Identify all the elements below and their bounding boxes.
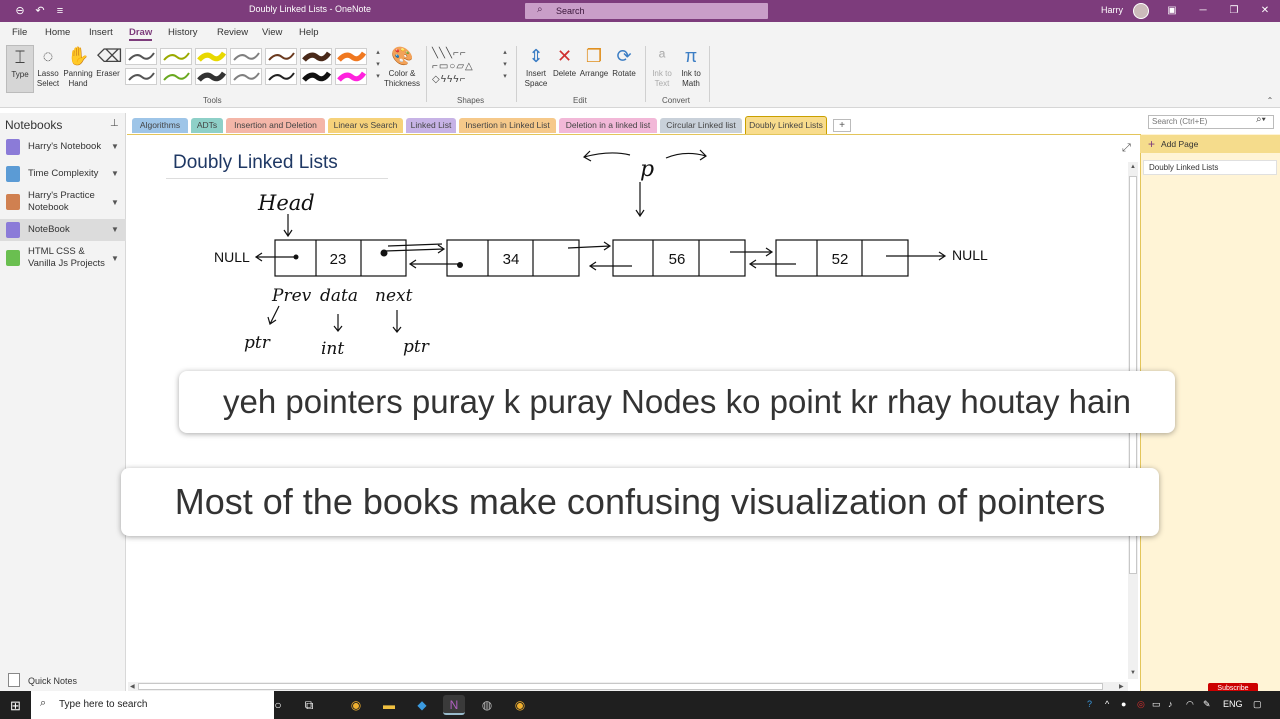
node-value: 34 [503,251,520,268]
windows-start-icon[interactable]: ⊞ [10,698,21,714]
node-value: 23 [330,251,347,268]
type-label-data: int [321,339,344,359]
taskbar: ⊞ ⌕ Type here to search ○ ⧉ ◉ ▬ ◆ N ◍ ◉ … [0,691,1280,719]
search-icon: ⌕ [40,697,47,709]
subtitle-line-2: Most of the books make confusing visuali… [121,468,1159,536]
node-value: 52 [832,251,849,268]
wifi-icon[interactable]: ◠ [1186,699,1194,710]
chrome-icon[interactable]: ◉ [345,695,367,715]
linked-list-diagram: 23 34 56 52 NULL NULL Head p Prev data n… [214,149,988,359]
taskbar-search[interactable]: ⌕ Type here to search [31,691,274,719]
onenote-icon[interactable]: N [443,695,465,715]
type-label-prev: ptr [244,333,271,353]
task-view-icon[interactable]: ⧉ [298,695,320,715]
mic-icon[interactable]: ● [1121,699,1126,709]
type-label-next: ptr [403,337,430,357]
node-value: 56 [669,251,686,268]
null-left-label: NULL [214,249,250,265]
prev-pointer-dot [457,262,463,268]
notification-icon[interactable]: ▢ [1253,699,1262,710]
cortana-icon[interactable]: ○ [267,695,289,715]
pen-tray-icon[interactable]: ✎ [1203,699,1211,710]
record-icon[interactable]: ◎ [1137,699,1145,710]
field-label-data: data [320,286,358,306]
pointer-p-label: p [640,157,654,182]
field-label-prev: Prev [271,286,312,306]
subtitle-line-1: yeh pointers puray k puray Nodes ko poin… [179,371,1175,433]
taskbar-search-label: Type here to search [59,699,148,710]
language-indicator[interactable]: ENG [1223,699,1243,709]
vscode-icon[interactable]: ◆ [411,695,433,715]
chrome-profile-icon[interactable]: ◉ [509,695,531,715]
head-label: Head [257,191,315,215]
tray-chevron-icon[interactable]: ^ [1105,699,1109,709]
obs-icon[interactable]: ◍ [476,695,498,715]
prev-pointer-dot [293,254,299,260]
volume-icon[interactable]: ♪ [1168,699,1173,709]
network-icon[interactable]: ▭ [1152,699,1161,710]
next-pointer-dot [380,249,388,257]
field-label-next: next [375,286,413,306]
null-right-label: NULL [952,247,988,263]
file-explorer-icon[interactable]: ▬ [378,695,400,715]
help-icon[interactable]: ? [1087,699,1092,709]
